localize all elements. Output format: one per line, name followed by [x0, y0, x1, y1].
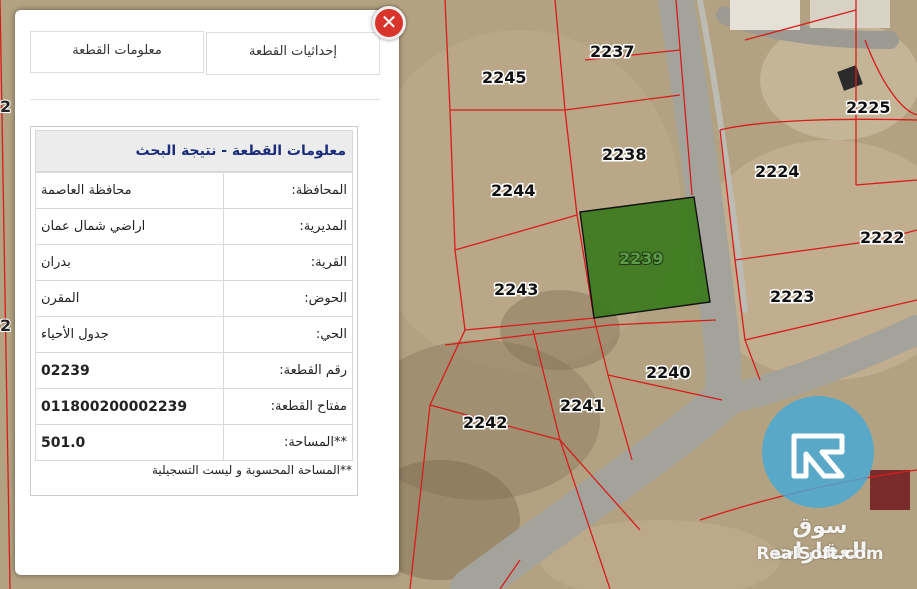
table-row: المحافظة: محافظة العاصمة	[35, 172, 353, 209]
plot-label: 2241	[560, 396, 605, 415]
row-label: مفتاح القطعة:	[223, 388, 353, 425]
row-label: المحافظة:	[223, 172, 353, 209]
plot-label: 2223	[770, 287, 815, 306]
row-value: المقرن	[35, 280, 224, 317]
info-table: المحافظة: محافظة العاصمة المديرية: اراضي…	[35, 172, 353, 461]
tab-parcel-coordinates[interactable]: إحداثيات القطعة	[206, 32, 380, 75]
edge-plot-label: 2	[0, 316, 11, 335]
plot-label: 2222	[860, 228, 905, 247]
row-label: **المساحة:	[223, 424, 353, 461]
plot-label: 2240	[646, 363, 691, 382]
edge-plot-label: 2	[0, 97, 11, 116]
realsoft-logo	[762, 396, 874, 508]
row-label: الحوض:	[223, 280, 353, 317]
row-value: اراضي شمال عمان	[35, 208, 224, 245]
row-label: القرية:	[223, 244, 353, 281]
table-row: المديرية: اراضي شمال عمان	[35, 208, 353, 245]
row-value: 02239	[35, 352, 224, 389]
plot-label: 2238	[602, 145, 647, 164]
row-label: الحي:	[223, 316, 353, 353]
row-value: 501.0	[35, 424, 224, 461]
plot-label: 2245	[482, 68, 527, 87]
row-label: المديرية:	[223, 208, 353, 245]
plot-label: 2225	[846, 98, 891, 117]
plot-label: 2242	[463, 413, 508, 432]
parcel-info-panel: معلومات القطعة إحداثيات القطعة معلومات ا…	[15, 10, 399, 575]
table-row: رقم القطعة: 02239	[35, 352, 353, 389]
table-row: مفتاح القطعة: 011800200002239	[35, 388, 353, 425]
row-value: بدران	[35, 244, 224, 281]
row-value: جدول الأحياء	[35, 316, 224, 353]
plot-label: 2244	[491, 181, 536, 200]
close-icon[interactable]: ✕	[372, 6, 406, 40]
area-note: **المساحة المحسوبة و ليست التسجيلية	[151, 463, 352, 477]
table-row: القرية: بدران	[35, 244, 353, 281]
divider	[30, 99, 380, 100]
tab-parcel-info[interactable]: معلومات القطعة	[30, 31, 204, 73]
table-row: الحوض: المقرن	[35, 280, 353, 317]
row-value: محافظة العاصمة	[35, 172, 224, 209]
info-box: معلومات القطعة - نتيجة البحث المحافظة: م…	[30, 126, 358, 496]
selected-plot-label: 2239	[619, 249, 664, 268]
plot-label: 2224	[755, 162, 800, 181]
plot-label: 2237	[590, 42, 635, 61]
info-title: معلومات القطعة - نتيجة البحث	[35, 130, 353, 172]
row-value: 011800200002239	[35, 388, 224, 425]
table-row: **المساحة: 501.0	[35, 424, 353, 461]
plot-label: 2243	[494, 280, 539, 299]
watermark-english: RealSoft.com	[756, 544, 884, 564]
table-row: الحي: جدول الأحياء	[35, 316, 353, 353]
row-label: رقم القطعة:	[223, 352, 353, 389]
